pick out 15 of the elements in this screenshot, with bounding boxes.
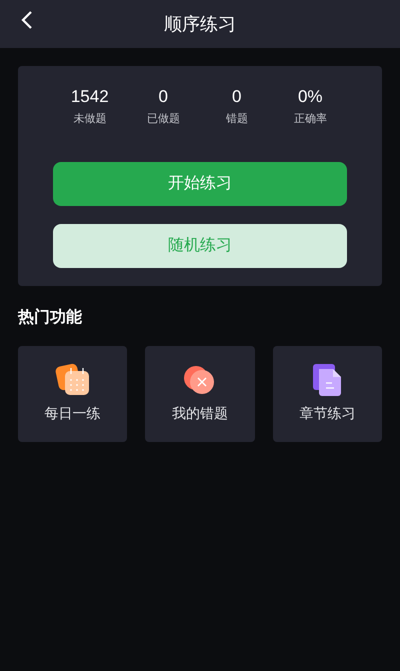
section-title: 热门功能	[18, 307, 83, 328]
feature-tile[interactable]: 每日一练	[18, 346, 128, 442]
stat-value: 0	[232, 86, 242, 108]
feature-tile[interactable]: 我的错题	[145, 346, 255, 442]
feature-tile[interactable]: 章节练习	[272, 346, 382, 442]
stat-value: 0%	[298, 86, 323, 108]
back-icon	[20, 10, 34, 30]
stat-label: 正确率	[294, 112, 327, 127]
stat-label: 错题	[226, 112, 248, 127]
page-title: 顺序练习	[164, 12, 236, 36]
stat-value: 0	[158, 86, 168, 108]
stat-label: 未做题	[73, 112, 106, 127]
calendar-icon	[54, 363, 91, 397]
stat-label: 已做题	[146, 112, 180, 127]
stat-value: 1542	[70, 86, 109, 108]
